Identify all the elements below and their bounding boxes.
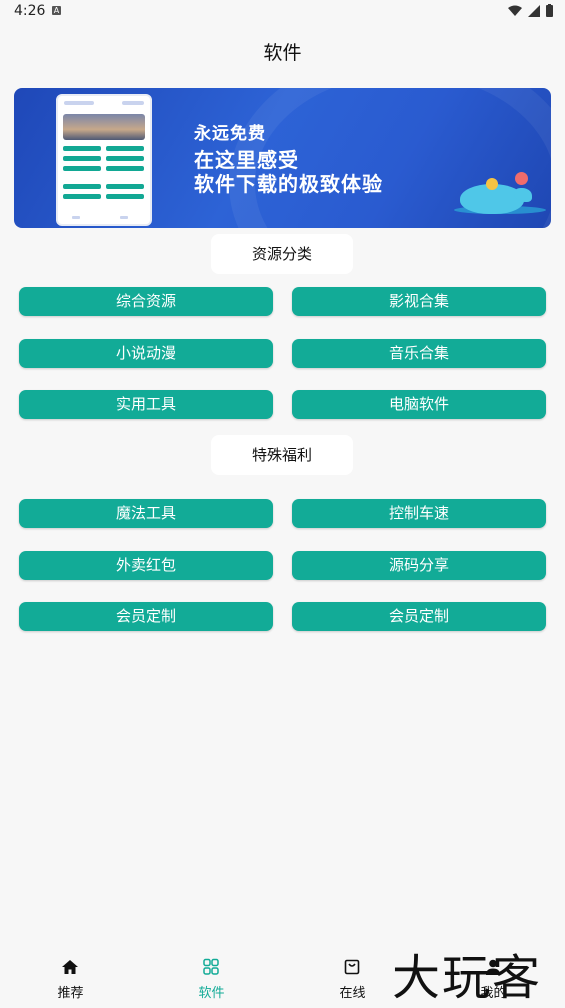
wifi-icon bbox=[508, 5, 522, 16]
benefit-button-speed-control[interactable]: 控制车速 bbox=[292, 499, 546, 528]
benefit-button-membership-2[interactable]: 会员定制 bbox=[292, 602, 546, 631]
accessibility-badge-icon: A bbox=[52, 6, 61, 15]
benefit-button-delivery-coupons[interactable]: 外卖红包 bbox=[19, 551, 273, 580]
category-button-novels-anime[interactable]: 小说动漫 bbox=[19, 339, 273, 368]
benefit-button-membership-1[interactable]: 会员定制 bbox=[19, 602, 273, 631]
grid-icon bbox=[203, 958, 219, 975]
sun-decoration bbox=[486, 178, 498, 190]
benefit-button-source-code[interactable]: 源码分享 bbox=[292, 551, 546, 580]
category-button-tools[interactable]: 实用工具 bbox=[19, 390, 273, 419]
status-time: 4:26 bbox=[14, 3, 46, 19]
home-icon bbox=[62, 960, 78, 974]
nav-label-recommend: 推荐 bbox=[57, 986, 84, 1001]
benefit-button-magic-tools[interactable]: 魔法工具 bbox=[19, 499, 273, 528]
watermark-logo: 大玩客 bbox=[392, 950, 543, 1006]
nav-label-software: 软件 bbox=[198, 986, 225, 1001]
category-button-pc-software[interactable]: 电脑软件 bbox=[292, 390, 546, 419]
page-title: 软件 bbox=[263, 42, 302, 64]
status-icons bbox=[508, 4, 553, 17]
phone-mockup-image bbox=[56, 94, 152, 226]
battery-icon bbox=[546, 4, 553, 17]
signal-icon bbox=[528, 4, 540, 17]
nav-item-recommend[interactable]: 推荐 bbox=[0, 946, 141, 1004]
bag-icon bbox=[344, 959, 360, 975]
nav-item-software[interactable]: 软件 bbox=[141, 946, 282, 1004]
promo-banner[interactable]: 永远免费 在这里感受 软件下载的极致体验 bbox=[14, 88, 551, 228]
category-button-comprehensive[interactable]: 综合资源 bbox=[19, 287, 273, 316]
category-button-video[interactable]: 影视合集 bbox=[292, 287, 546, 316]
flower-decoration bbox=[515, 172, 528, 185]
section-label-resources: 资源分类 bbox=[211, 234, 353, 274]
category-button-music[interactable]: 音乐合集 bbox=[292, 339, 546, 368]
banner-line-1: 永远免费 bbox=[194, 124, 266, 144]
section-label-benefits: 特殊福利 bbox=[211, 435, 353, 475]
status-bar: 4:26 A bbox=[0, 0, 565, 24]
banner-line-3: 软件下载的极致体验 bbox=[194, 172, 383, 196]
